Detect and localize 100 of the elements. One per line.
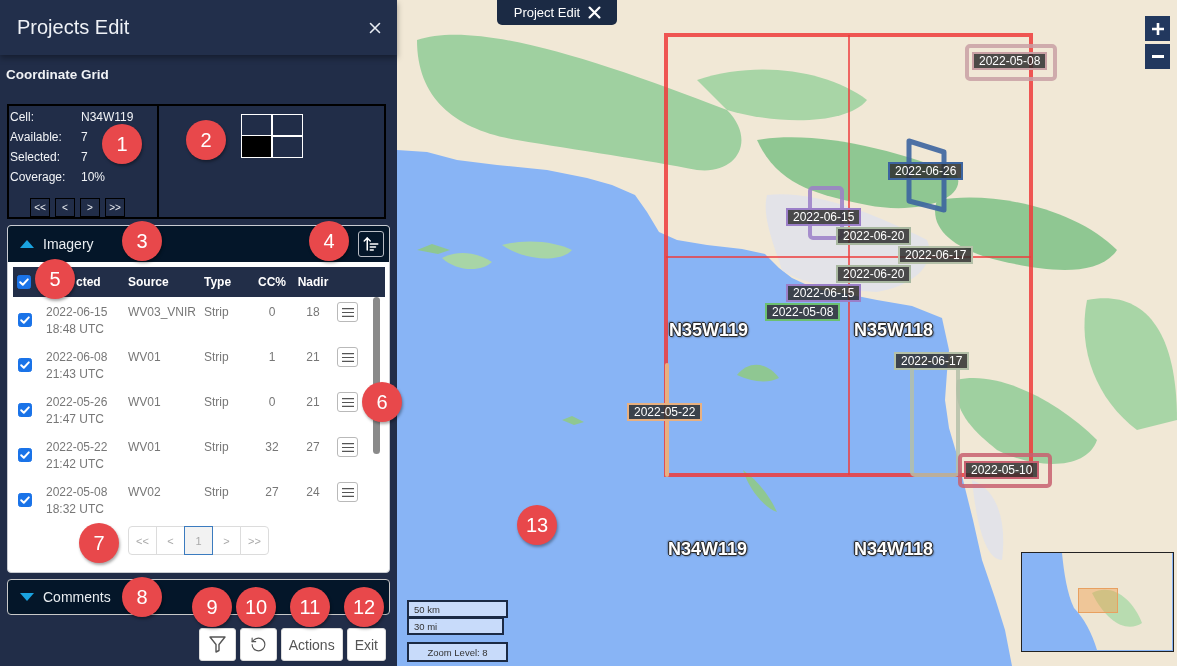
footprint-date-label: 2022-06-17 (898, 246, 974, 264)
field-value: 10% (81, 170, 106, 184)
row-menu-button[interactable] (337, 392, 358, 412)
tab-close-button[interactable] (589, 7, 601, 18)
select-all-checkbox[interactable] (17, 275, 31, 289)
grid-cell-label: N34W118 (854, 538, 934, 560)
menu-icon (341, 487, 354, 497)
table-cell-text: 21 (305, 349, 321, 366)
table-cell-text: 27 (264, 484, 280, 501)
field-value: 7 (81, 130, 88, 144)
row-menu-button[interactable] (337, 347, 358, 367)
table-cell-text: WV03_VNIR (128, 304, 198, 321)
menu-icon (341, 397, 354, 407)
undo-button[interactable] (239, 628, 277, 661)
footprint-date-label: 2022-05-22 (627, 403, 703, 421)
menu-icon (341, 352, 354, 362)
zoom-in-button[interactable] (1145, 16, 1170, 41)
action-button[interactable]: Actions (280, 628, 343, 661)
section-title: Comments (43, 589, 111, 605)
table-cell-text: 0 (267, 394, 277, 411)
table-cell-text: WV01 (128, 439, 162, 456)
scale-bar: 30 mi (407, 617, 504, 635)
row-checkbox[interactable] (18, 313, 32, 327)
zoom-level-label: Zoom Level: 8 (407, 642, 508, 662)
table-cell-text: 32 (264, 439, 280, 456)
zoom-out-button[interactable] (1145, 44, 1170, 69)
table-cell-text: Strip (204, 349, 230, 366)
sort-icon (362, 235, 380, 253)
grid-cell-label: N35W118 (854, 319, 934, 341)
row-menu-button[interactable] (337, 302, 358, 322)
table-cell-text: Strip (204, 304, 230, 321)
row-menu-button[interactable] (337, 437, 358, 457)
action-button[interactable]: Exit (346, 628, 386, 661)
table-cell-text: WV01 (128, 349, 162, 366)
table-cell-text: Strip (204, 394, 230, 411)
table-cell-text: WV01 (128, 394, 162, 411)
footprint-date-label: 2022-06-15 (786, 208, 862, 226)
menu-icon (341, 307, 354, 317)
footprint-date-label: 2022-06-17 (894, 352, 970, 370)
row-checkbox[interactable] (18, 403, 32, 417)
column-header: Type (204, 275, 232, 289)
field-label: Coverage: (10, 170, 67, 184)
field-value: N34W119 (81, 110, 134, 124)
row-menu-button[interactable] (337, 482, 358, 502)
table-cell-text: 2022-06-08 21:43 UTC (46, 349, 109, 383)
table-cell-text: 2022-05-22 21:42 UTC (46, 439, 109, 473)
footprint-date-label: 2022-05-10 (964, 461, 1040, 479)
grid-cell[interactable] (271, 114, 303, 137)
table-cell-text: 0 (267, 304, 277, 321)
field-label: Available: (10, 130, 63, 144)
field-value: 7 (81, 150, 88, 164)
table-cell-text: 2022-05-26 21:47 UTC (46, 394, 109, 428)
grid-nav-button[interactable]: >> (105, 198, 125, 217)
footprint-date-label: 2022-06-15 (786, 284, 862, 302)
footprint-date-label: 2022-05-08 (972, 52, 1048, 70)
row-checkbox[interactable] (18, 358, 32, 372)
table-cell-text: 2022-05-08 18:32 UTC (46, 484, 109, 518)
column-header: Source (128, 275, 169, 289)
field-label: Selected: (10, 150, 62, 164)
footprint-date-label: 2022-06-20 (836, 265, 912, 283)
close-icon (589, 7, 601, 18)
column-header: Nadir (297, 275, 329, 289)
grid-nav-button[interactable]: << (30, 198, 50, 217)
scale-bar: 50 km (407, 600, 508, 618)
grid-cell-label: N35W119 (669, 319, 749, 341)
section-title: Coordinate Grid (6, 67, 110, 83)
close-button[interactable] (368, 20, 382, 35)
field-label: Cell: (10, 110, 35, 124)
table-cell-text: 18 (305, 304, 321, 321)
grid-cell[interactable] (241, 135, 273, 158)
filter-icon (209, 637, 225, 652)
grid-cell-label: N34W119 (668, 538, 748, 560)
footprint-date-label: 2022-06-20 (836, 227, 912, 245)
table-cell-text: 21 (305, 394, 321, 411)
menu-icon (341, 442, 354, 452)
table-cell-text: 24 (305, 484, 321, 501)
map-tab[interactable]: Project Edit (497, 0, 617, 25)
row-checkbox[interactable] (18, 493, 32, 507)
view-extent-marker (1078, 588, 1118, 613)
sort-button[interactable] (358, 231, 384, 257)
table-cell-text: 1 (267, 349, 277, 366)
column-header: cted (76, 275, 101, 289)
column-header: CC% (258, 275, 286, 289)
minus-icon (1151, 55, 1164, 58)
table-cell-text: 2022-06-15 18:48 UTC (46, 304, 109, 338)
footprint-date-label: 2022-05-08 (765, 303, 841, 321)
grid-nav-button[interactable]: < (55, 198, 75, 217)
footprint-date-label: 2022-06-26 (888, 162, 964, 180)
grid-cell[interactable] (271, 135, 303, 158)
grid-nav-button[interactable]: > (80, 198, 100, 217)
table-cell-text: Strip (204, 484, 230, 501)
row-checkbox[interactable] (18, 448, 32, 462)
table-cell-text: 27 (305, 439, 321, 456)
plus-icon (1151, 22, 1164, 35)
close-icon (370, 22, 380, 33)
undo-icon (249, 636, 267, 653)
panel-title: Projects Edit (17, 16, 130, 39)
filter-button[interactable] (198, 628, 236, 661)
table-cell-text: Strip (204, 439, 230, 456)
table-cell-text: WV02 (128, 484, 162, 501)
